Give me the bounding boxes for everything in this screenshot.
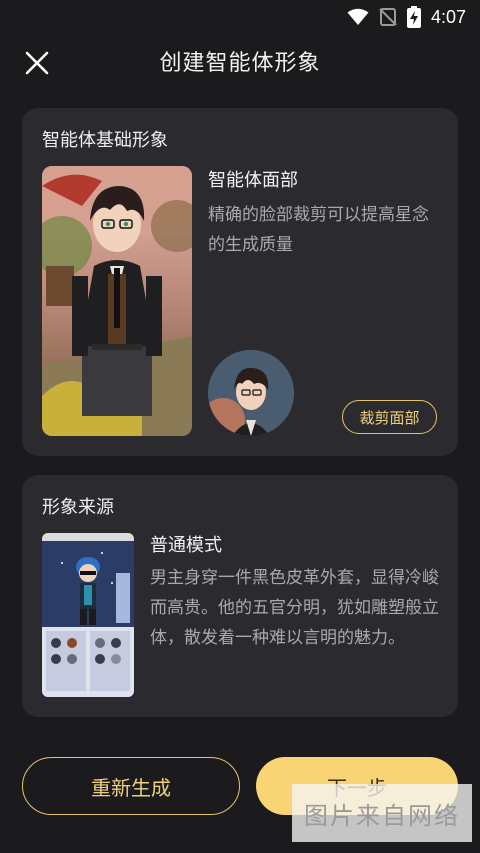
no-signal-icon <box>379 8 397 26</box>
crop-face-button[interactable]: 裁剪面部 <box>342 400 437 434</box>
face-crop-thumbnail[interactable] <box>208 350 294 436</box>
status-time: 4:07 <box>430 6 466 27</box>
base-image-card-title: 智能体基础形象 <box>42 130 168 151</box>
image-source-card-title: 形象来源 <box>42 497 114 518</box>
mode-title: 普通模式 <box>150 535 222 556</box>
mode-description: 男主身穿一件黑色皮革外套，显得冷峻而高贵。他的五官分明，犹如雕塑般立体，散发着一… <box>150 568 439 648</box>
header: 创建智能体形象 <box>0 38 480 84</box>
face-crop-image <box>208 350 294 436</box>
watermark: 图片来自网络 <box>292 784 472 842</box>
base-image-card: 智能体基础形象 智能体面部 精确的脸部裁剪可以提高星念的生成质量 裁剪面部 <box>22 108 458 456</box>
face-title: 智能体面部 <box>208 170 298 191</box>
character-portrait[interactable] <box>42 166 192 436</box>
face-description: 精确的脸部裁剪可以提高星念的生成质量 <box>208 205 429 255</box>
character-portrait-image <box>42 166 192 436</box>
close-icon <box>25 51 49 75</box>
wifi-icon <box>347 8 369 26</box>
status-bar: 4:07 <box>0 0 480 34</box>
page-title: 创建智能体形象 <box>159 51 321 76</box>
battery-charging-icon <box>406 6 421 28</box>
regenerate-button[interactable]: 重新生成 <box>22 757 240 815</box>
image-source-card: 形象来源 普通模式 男主身穿一件黑色皮革外套，显得冷峻而高贵。他的五官分明，犹如… <box>22 475 458 717</box>
source-screenshot-thumbnail[interactable] <box>42 533 134 697</box>
close-button[interactable] <box>22 48 52 78</box>
source-screenshot-image <box>42 533 134 697</box>
